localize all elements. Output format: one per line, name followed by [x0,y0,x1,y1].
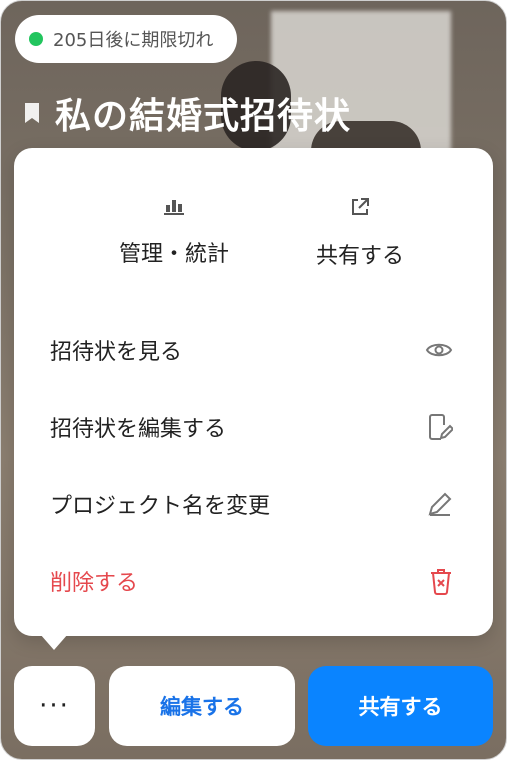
page-title: 私の結婚式招待状 [55,96,352,137]
bottom-action-bar: ··· 編集する 共有する [14,666,493,746]
share-link-label: 共有する [315,244,404,269]
bar-chart-icon [162,196,186,216]
view-invitation-item[interactable]: 招待状を見る [14,323,493,377]
status-dot [29,32,43,46]
view-invitation-label: 招待状を見る [50,340,183,365]
share-button[interactable]: 共有する [308,666,493,746]
delete-label: 削除する [50,571,139,596]
stats-label: 管理・統計 [118,242,229,267]
more-options-button[interactable]: ··· [14,666,95,746]
title-row: 私の結婚式招待状 [23,87,351,139]
bookmark-icon[interactable] [23,102,41,124]
eye-icon [425,340,453,360]
expiry-badge: 205日後に期限切れ [15,15,238,63]
menu-pointer [40,634,68,650]
delete-item[interactable]: 削除する [14,554,493,608]
rename-project-item[interactable]: プロジェクト名を変更 [14,477,493,531]
external-link-icon [349,196,371,218]
share-link-button[interactable]: 共有する [260,196,460,276]
trash-icon [429,567,453,595]
edit-invitation-label: 招待状を編集する [50,417,227,442]
rename-project-label: プロジェクト名を変更 [50,494,271,519]
edit-document-icon [427,413,453,441]
pencil-icon [427,491,453,517]
edit-invitation-item[interactable]: 招待状を編集する [14,400,493,454]
action-menu: 管理・統計 共有する 招待状を見る 招待状を編集する プロジェクト名を変更 削除… [14,148,493,636]
stats-button[interactable]: 管理・統計 [74,196,274,276]
expiry-text: 205日後に期限切れ [53,30,214,51]
edit-button[interactable]: 編集する [109,666,295,746]
